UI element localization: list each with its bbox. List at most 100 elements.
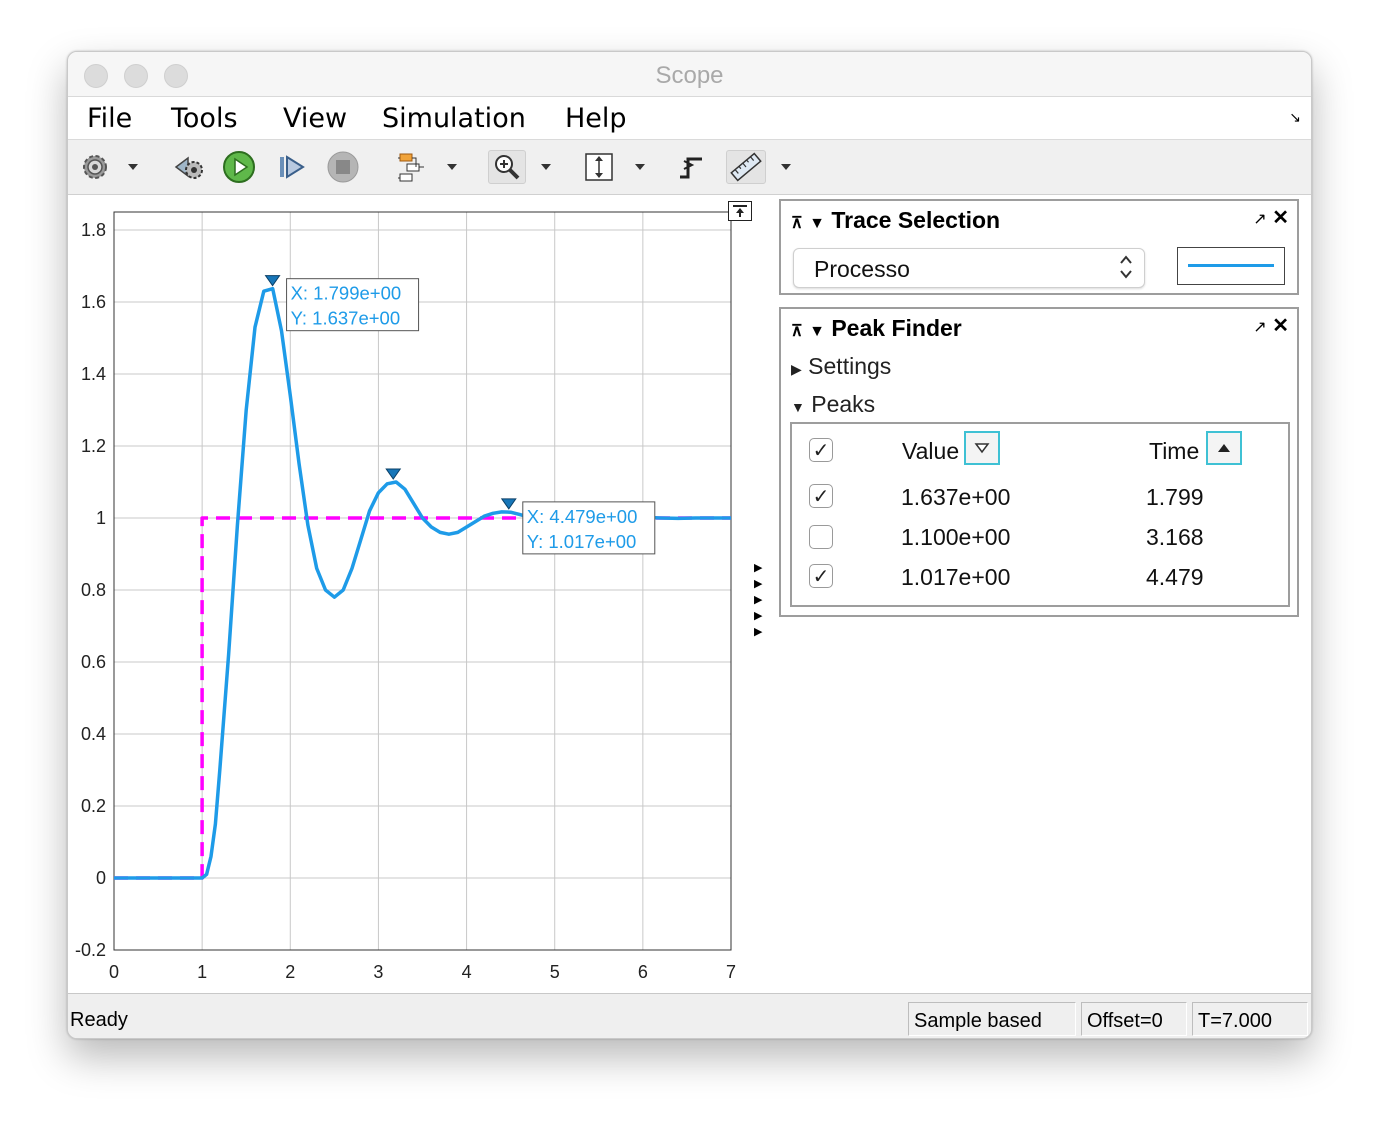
undock-panel-icon[interactable]: ↗	[1253, 319, 1266, 336]
undock-arrow-icon[interactable]: ↘	[1289, 109, 1301, 126]
x-tick-label: 6	[638, 962, 648, 982]
step-back-icon[interactable]	[172, 150, 206, 184]
sort-value-button[interactable]	[964, 431, 1000, 465]
peak-value: 1.637e+00	[901, 484, 1011, 510]
plot-area: 0 1 2 3 4 5 6 7 -0.2 0 0.2 0.4 0.6 0.8 1 1.2 1.4 1.6 1.8 X:…	[68, 195, 768, 992]
settings-label: Settings	[808, 353, 892, 379]
panel-controls: ↗ ✕	[1253, 313, 1289, 338]
datatip-y: Y: 1.017e+00	[527, 531, 637, 552]
peak-datatip: X: 1.799e+00 Y: 1.637e+00	[286, 278, 420, 332]
status-ready: Ready	[70, 1009, 128, 1031]
collapse-triangle-icon[interactable]: ▼	[809, 215, 825, 232]
trace-selection-panel: ⊼ ▼ Trace Selection ↗ ✕ Processo	[779, 199, 1299, 295]
peaks-label: Peaks	[811, 391, 876, 417]
y-tick-label: 1.8	[81, 220, 106, 240]
y-tick-label: 1.2	[81, 436, 106, 456]
scope-chart[interactable]: 0 1 2 3 4 5 6 7-0.200.20.40.60.811.21.41.61.8X:…	[68, 195, 768, 992]
y-tick-label: -0.2	[75, 940, 106, 960]
measurements-dropdown-icon[interactable]	[781, 164, 791, 170]
triggers-icon[interactable]	[675, 150, 709, 184]
y-tick-label: 1.6	[81, 292, 106, 312]
column-header-value[interactable]: Value	[902, 438, 959, 465]
menu-tools[interactable]: Tools	[171, 103, 238, 134]
peak-finder-header[interactable]: ⊼ ▼ Peak Finder	[791, 315, 962, 342]
settings-section[interactable]: ▶ Settings	[791, 353, 891, 380]
trace-select-value: Processo	[814, 256, 910, 282]
close-panel-icon[interactable]: ✕	[1272, 315, 1289, 337]
panel-controls: ↗ ✕	[1253, 205, 1289, 230]
y-tick-label: 0.6	[81, 652, 106, 672]
collapse-triangle-icon: ▼	[791, 399, 805, 415]
peak-row-checkbox[interactable]: ✓	[809, 484, 833, 508]
zoom-dropdown-icon[interactable]	[541, 164, 551, 170]
gear-dropdown-icon[interactable]	[128, 164, 138, 170]
datatip-y: Y: 1.637e+00	[291, 308, 401, 329]
signal-hierarchy-icon[interactable]	[394, 150, 428, 184]
peak-row-checkbox[interactable]	[809, 525, 833, 549]
panel-collapse-arrows-icon[interactable]: ▶ ▶ ▶ ▶ ▶	[754, 560, 762, 640]
undock-panel-icon[interactable]: ↗	[1253, 211, 1266, 228]
trace-select[interactable]: Processo	[793, 248, 1145, 288]
x-tick-label: 1	[197, 962, 207, 982]
trace-line-swatch	[1188, 264, 1274, 267]
status-sample-mode: Sample based	[908, 1002, 1076, 1036]
run-icon[interactable]	[222, 150, 256, 184]
trace-selection-title: Trace Selection	[831, 207, 1001, 233]
x-tick-label: 3	[373, 962, 383, 982]
title-bar: Scope	[68, 52, 1311, 97]
menu-simulation[interactable]: Simulation	[382, 103, 526, 134]
peak-time: 3.168	[1146, 524, 1204, 550]
x-tick-label: 0	[109, 962, 119, 982]
hierarchy-dropdown-icon[interactable]	[447, 164, 457, 170]
measurements-icon[interactable]	[726, 150, 766, 184]
scope-window: Scope File Tools View Simulation Help ↘	[67, 51, 1312, 1039]
peak-finder-title: Peak Finder	[831, 315, 962, 341]
collapse-triangle-icon[interactable]: ▼	[809, 323, 825, 340]
plot-frame	[113, 211, 732, 951]
peak-time: 4.479	[1146, 564, 1204, 590]
menu-help[interactable]: Help	[565, 103, 627, 134]
x-tick-label: 5	[550, 962, 560, 982]
select-all-checkbox[interactable]: ✓	[809, 438, 833, 462]
y-tick-label: 1.4	[81, 364, 106, 384]
y-tick-label: 0	[96, 868, 106, 888]
menu-file[interactable]: File	[87, 103, 132, 134]
close-panel-icon[interactable]: ✕	[1272, 207, 1289, 229]
status-bar: Ready Sample based Offset=0 T=7.000	[68, 993, 1311, 1038]
undock-axes-icon[interactable]	[728, 201, 752, 221]
window-title: Scope	[655, 62, 724, 89]
peak-time: 1.799	[1146, 484, 1204, 510]
menu-bar: File Tools View Simulation Help ↘	[68, 97, 1311, 140]
trace-line-preview[interactable]	[1177, 247, 1285, 285]
column-header-time[interactable]: Time	[1149, 438, 1199, 465]
sort-time-button[interactable]	[1206, 431, 1242, 465]
scale-axes-icon[interactable]	[582, 150, 616, 184]
x-tick-label: 2	[285, 962, 295, 982]
expand-triangle-icon: ▶	[791, 361, 802, 377]
step-forward-icon[interactable]	[275, 150, 309, 184]
status-time: T=7.000	[1192, 1002, 1308, 1036]
peak-row-checkbox[interactable]: ✓	[809, 564, 833, 588]
y-tick-label: 1	[96, 508, 106, 528]
x-tick-label: 4	[462, 962, 472, 982]
scale-dropdown-icon[interactable]	[635, 164, 645, 170]
zoom-in-icon[interactable]	[488, 150, 526, 184]
stop-icon[interactable]	[326, 150, 360, 184]
datatip-x: X: 1.799e+00	[291, 283, 402, 304]
gear-icon[interactable]	[78, 150, 112, 184]
datatip-x: X: 4.479e+00	[527, 506, 638, 527]
peak-value: 1.017e+00	[901, 564, 1011, 590]
peaks-section[interactable]: ▼ Peaks	[791, 391, 875, 418]
trace-selection-header[interactable]: ⊼ ▼ Trace Selection	[791, 207, 1000, 234]
peak-finder-panel: ⊼ ▼ Peak Finder ↗ ✕ ▶ Settings ▼ Peaks ✓…	[779, 307, 1299, 617]
menu-view[interactable]: View	[283, 103, 347, 134]
peaks-table: ✓ Value Time ✓ 1.637e+00 1.799 1.100e+00…	[790, 422, 1290, 607]
x-tick-label: 7	[726, 962, 736, 982]
pin-icon[interactable]: ⊼	[791, 215, 803, 232]
peak-value: 1.100e+00	[901, 524, 1011, 550]
select-stepper-icon	[1118, 253, 1134, 286]
pin-icon[interactable]: ⊼	[791, 323, 803, 340]
status-offset: Offset=0	[1081, 1002, 1187, 1036]
y-tick-label: 0.8	[81, 580, 106, 600]
peak-datatip: X: 4.479e+00 Y: 1.017e+00	[522, 501, 656, 555]
